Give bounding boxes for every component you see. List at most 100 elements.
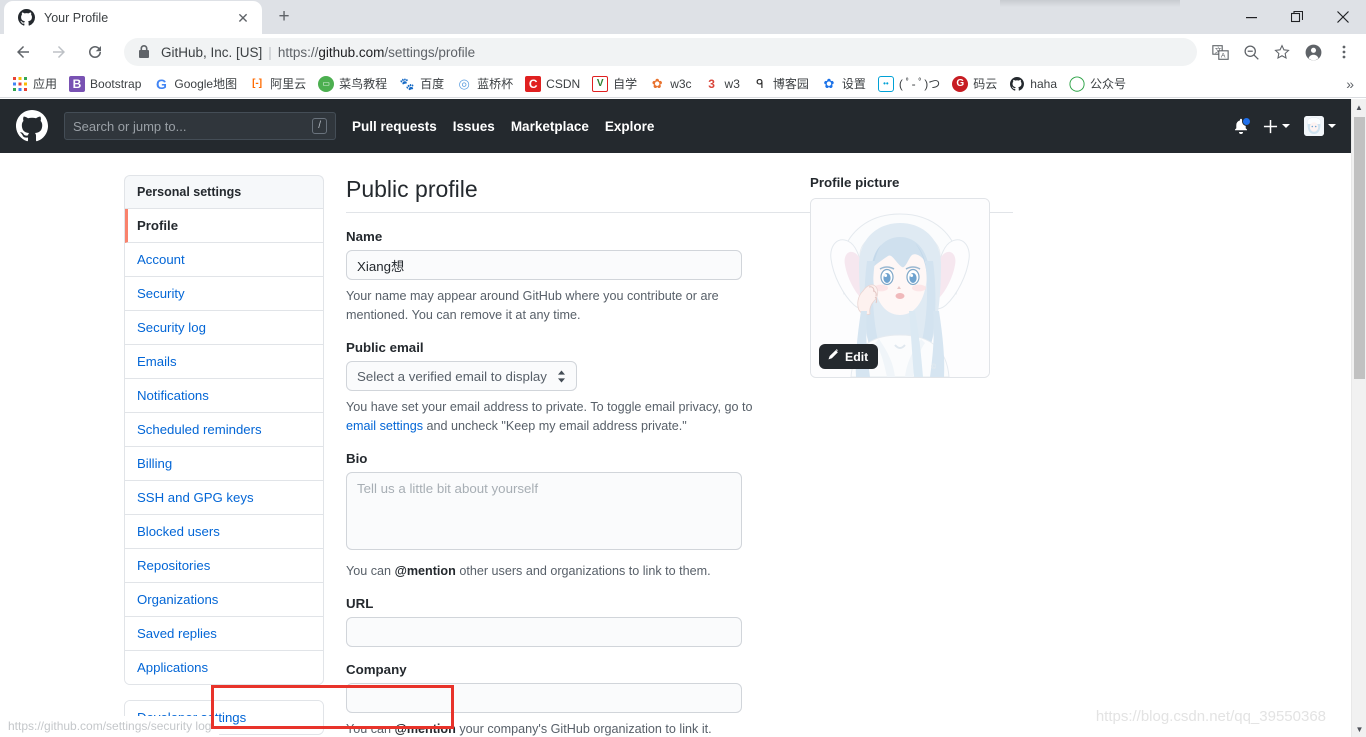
sidebar-item-blocked-users[interactable]: Blocked users bbox=[125, 515, 323, 549]
bookmark-settings[interactable]: ✿ 设置 bbox=[817, 73, 873, 94]
sidebar-item-emails[interactable]: Emails bbox=[125, 345, 323, 379]
bookmark-lanqiao[interactable]: ◎ 蓝桥杯 bbox=[452, 73, 520, 94]
scroll-down-arrow-icon[interactable]: ▼ bbox=[1352, 721, 1366, 737]
name-hint: Your name may appear around GitHub where… bbox=[346, 287, 766, 325]
company-input[interactable] bbox=[346, 683, 742, 713]
csdn-icon: C bbox=[525, 75, 542, 92]
settings-container: Personal settings Profile Account Securi… bbox=[116, 175, 1236, 737]
scroll-up-arrow-icon[interactable]: ▲ bbox=[1352, 99, 1366, 115]
url-path: /settings/profile bbox=[384, 44, 476, 60]
apps-grid-icon bbox=[12, 76, 28, 92]
bio-textarea[interactable] bbox=[346, 472, 742, 550]
sidebar-item-notifications[interactable]: Notifications bbox=[125, 379, 323, 413]
scrollbar-thumb[interactable] bbox=[1354, 117, 1365, 379]
reload-icon[interactable] bbox=[80, 37, 110, 67]
sidebar-item-profile[interactable]: Profile bbox=[125, 209, 323, 243]
nav-explore[interactable]: Explore bbox=[605, 119, 655, 134]
baidu-icon: 🐾 bbox=[399, 76, 415, 91]
new-tab-button[interactable]: + bbox=[270, 3, 298, 31]
user-avatar-image bbox=[1304, 116, 1324, 136]
company-hint: You can @mention your company's GitHub o… bbox=[346, 720, 766, 737]
sidebar-item-organizations[interactable]: Organizations bbox=[125, 583, 323, 617]
nav-issues[interactable]: Issues bbox=[453, 119, 495, 134]
url-input[interactable] bbox=[346, 617, 742, 647]
bookmark-label: 蓝桥杯 bbox=[477, 77, 514, 91]
back-icon[interactable] bbox=[8, 37, 38, 67]
bookmarks-overflow-button[interactable]: » bbox=[1340, 70, 1360, 97]
search-input[interactable]: Search or jump to... / bbox=[64, 112, 336, 140]
avatar[interactable] bbox=[1304, 116, 1336, 136]
github-mark-icon[interactable] bbox=[16, 110, 48, 142]
svg-text:©: © bbox=[931, 363, 937, 371]
bookmark-wechat-mp[interactable]: ◯ 公众号 bbox=[1065, 73, 1133, 94]
bookmark-apps[interactable]: 应用 bbox=[8, 73, 64, 94]
gitee-icon: G bbox=[952, 75, 969, 92]
close-window-icon[interactable] bbox=[1320, 0, 1366, 34]
profile-picture-label: Profile picture bbox=[810, 175, 900, 190]
bookmark-google-maps[interactable]: G Google地图 bbox=[149, 73, 244, 94]
minimize-icon[interactable] bbox=[1228, 0, 1274, 34]
sidebar-item-ssh-and-gpg-keys[interactable]: SSH and GPG keys bbox=[125, 481, 323, 515]
vertical-scrollbar[interactable]: ▲ ▼ bbox=[1351, 99, 1366, 737]
tab-title: Your Profile bbox=[44, 10, 109, 25]
bookmark-aliyun[interactable]: [-] 阿里云 bbox=[245, 73, 313, 94]
bell-icon[interactable] bbox=[1233, 117, 1251, 134]
translate-icon[interactable]: 文A bbox=[1206, 38, 1234, 66]
bilibili-icon: •• bbox=[877, 75, 894, 92]
sidebar-item-account[interactable]: Account bbox=[125, 243, 323, 277]
nav-marketplace[interactable]: Marketplace bbox=[511, 119, 589, 134]
company-hint-mention: @mention bbox=[394, 722, 456, 736]
browser-tab[interactable]: Your Profile ✕ bbox=[4, 1, 262, 34]
profile-avatar-icon[interactable] bbox=[1299, 38, 1327, 66]
chevron-down-icon bbox=[1282, 124, 1290, 128]
bookmark-haha[interactable]: haha bbox=[1005, 74, 1064, 94]
sidebar-item-repositories[interactable]: Repositories bbox=[125, 549, 323, 583]
company-label: Company bbox=[346, 662, 407, 677]
tab-strip: Your Profile ✕ + bbox=[0, 0, 1366, 34]
bookmarks-bar: 应用 B Bootstrap G Google地图 [-] 阿里云 ▭ 菜鸟教程… bbox=[0, 70, 1366, 98]
bookmark-csdn[interactable]: C CSDN bbox=[521, 74, 587, 94]
sidebar-item-security[interactable]: Security bbox=[125, 277, 323, 311]
bookmark-baidu[interactable]: 🐾 百度 bbox=[395, 73, 451, 94]
github-icon bbox=[18, 9, 35, 26]
zoom-out-icon[interactable] bbox=[1237, 38, 1265, 66]
bookmark-w3[interactable]: 3 w3 bbox=[700, 74, 747, 94]
sidebar-item-applications[interactable]: Applications bbox=[125, 651, 323, 684]
bookmark-label: 百度 bbox=[420, 77, 445, 91]
bookmark-label: 应用 bbox=[33, 77, 58, 91]
github-header: Search or jump to... / Pull requests Iss… bbox=[0, 99, 1352, 153]
bio-label: Bio bbox=[346, 451, 368, 466]
field-company: Company You can @mention your company's … bbox=[346, 662, 746, 737]
sidebar-item-scheduled-reminders[interactable]: Scheduled reminders bbox=[125, 413, 323, 447]
profile-picture-frame[interactable]: © Edit bbox=[810, 198, 990, 378]
email-settings-link[interactable]: email settings bbox=[346, 419, 423, 433]
bookmark-zixue[interactable]: V 自学 bbox=[588, 73, 644, 94]
name-input[interactable] bbox=[346, 250, 742, 280]
sidebar-item-billing[interactable]: Billing bbox=[125, 447, 323, 481]
chrome-menu-icon[interactable] bbox=[1330, 38, 1358, 66]
bookmark-bootstrap[interactable]: B Bootstrap bbox=[65, 74, 148, 94]
public-email-select[interactable]: Select a verified email to display bbox=[346, 361, 577, 391]
public-email-selected-option: Select a verified email to display bbox=[357, 368, 547, 384]
maximize-icon[interactable] bbox=[1274, 0, 1320, 34]
bookmark-w3c[interactable]: ✿ w3c bbox=[645, 74, 698, 94]
bookmark-bilibili[interactable]: •• ( ﾟ- ﾟ)つ bbox=[874, 73, 947, 94]
bookmark-label: CSDN bbox=[546, 76, 581, 91]
public-email-hint-post: and uncheck "Keep my email address priva… bbox=[423, 419, 687, 433]
edit-profile-picture-button[interactable]: Edit bbox=[819, 344, 879, 369]
plus-icon[interactable] bbox=[1263, 119, 1290, 134]
google-icon: G bbox=[155, 75, 167, 92]
sidebar-item-saved-replies[interactable]: Saved replies bbox=[125, 617, 323, 651]
sidebar-item-security-log[interactable]: Security log bbox=[125, 311, 323, 345]
cnblogs-icon: ᑫ bbox=[756, 76, 764, 91]
bookmark-runoob[interactable]: ▭ 菜鸟教程 bbox=[314, 73, 394, 94]
bookmark-label: 阿里云 bbox=[270, 77, 307, 91]
address-bar[interactable]: GitHub, Inc. [US] | https://github.com/set… bbox=[124, 38, 1197, 66]
bookmark-star-icon[interactable] bbox=[1268, 38, 1296, 66]
forward-icon[interactable] bbox=[44, 37, 74, 67]
bookmark-gitee[interactable]: G 码云 bbox=[948, 73, 1004, 94]
bookmark-cnblogs[interactable]: ᑫ 博客园 bbox=[748, 73, 816, 94]
nav-pull-requests[interactable]: Pull requests bbox=[352, 119, 437, 134]
close-icon[interactable]: ✕ bbox=[234, 9, 252, 27]
bio-hint-pre: You can bbox=[346, 564, 395, 578]
